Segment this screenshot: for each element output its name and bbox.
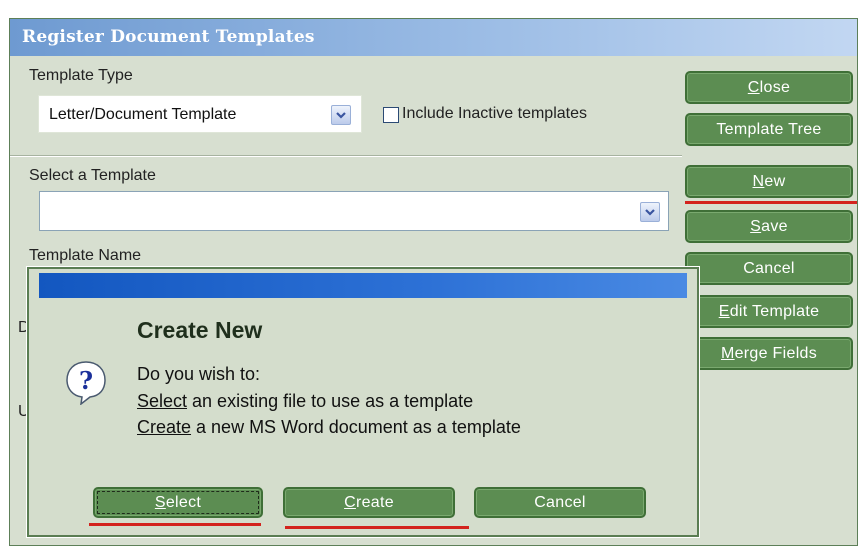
window-title: Register Document Templates (22, 27, 315, 47)
dialog-heading: Create New (137, 317, 263, 343)
include-inactive-label: Include Inactive templates (402, 105, 587, 122)
select-button-highlight (89, 523, 261, 526)
section-divider (10, 155, 682, 157)
include-inactive-checkbox[interactable] (383, 107, 399, 123)
dialog-prompt: Do you wish to: (137, 364, 261, 384)
chevron-down-icon[interactable] (640, 202, 660, 222)
cancel-button[interactable]: Cancel (685, 252, 853, 285)
dialog-title-bar[interactable] (39, 273, 687, 298)
close-button[interactable]: Close (685, 71, 853, 104)
template-type-label: Template Type (29, 67, 133, 84)
dialog-select-button[interactable]: Select (93, 487, 263, 518)
edit-template-button[interactable]: Edit Template (685, 295, 853, 328)
question-icon: ? (66, 361, 106, 405)
dialog-create-button[interactable]: Create (283, 487, 455, 518)
select-template-label: Select a Template (29, 167, 156, 184)
option-create-text: Create a new MS Word document as a templ… (137, 417, 521, 437)
template-type-dropdown[interactable]: Letter/Document Template (38, 95, 362, 133)
new-button[interactable]: New (685, 165, 853, 198)
select-template-dropdown[interactable] (39, 191, 669, 231)
merge-fields-button[interactable]: Merge Fields (685, 337, 853, 370)
svg-text:?: ? (79, 366, 93, 395)
template-name-label: Template Name (29, 247, 142, 264)
option-select-text: Select an existing file to use as a temp… (137, 391, 474, 411)
dialog-cancel-button[interactable]: Cancel (474, 487, 646, 518)
create-new-dialog: ? Create New Do you wish to: Select an e… (27, 267, 699, 537)
template-tree-button[interactable]: Template Tree (685, 113, 853, 146)
window-title-bar: Register Document Templates (10, 19, 857, 56)
save-button[interactable]: Save (685, 210, 853, 243)
chevron-down-icon[interactable] (331, 105, 351, 125)
create-button-highlight (285, 526, 469, 529)
new-button-highlight (685, 201, 857, 204)
template-type-value: Letter/Document Template (49, 106, 237, 123)
